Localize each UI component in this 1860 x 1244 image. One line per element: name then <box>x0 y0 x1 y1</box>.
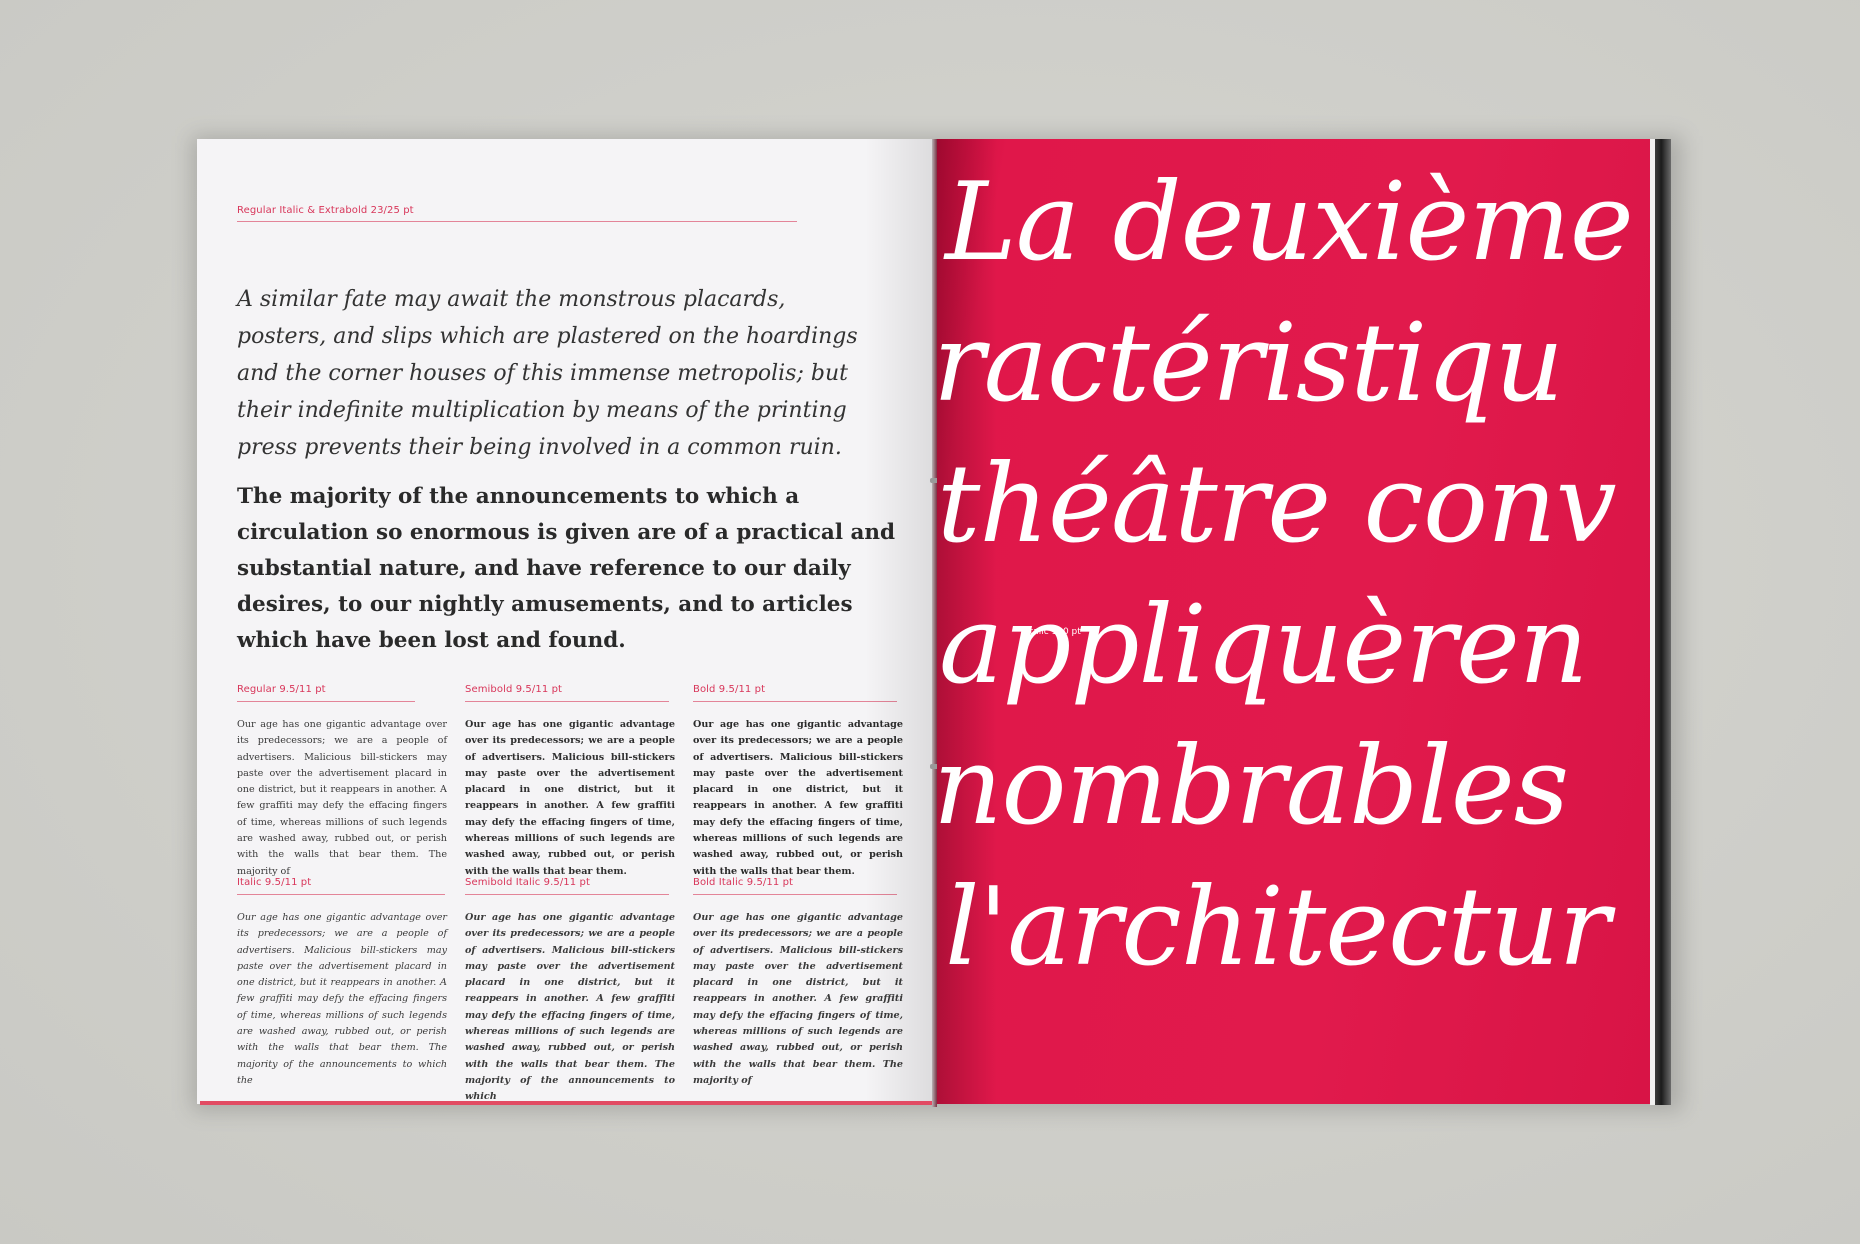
col-rule <box>693 701 897 702</box>
column-text: Our age has one gigantic advantage over … <box>693 912 903 1086</box>
column-text: Our age has one gigantic advantage over … <box>465 912 675 1103</box>
col-rule <box>465 894 669 895</box>
column-text: Our age has one gigantic advantage over … <box>237 719 447 877</box>
col-label-italic: Italic 9.5/11 pt <box>237 877 312 888</box>
column-text: Our age has one gigantic advantage over … <box>465 719 675 877</box>
text-column-bold-italic: Our age has one gigantic advantage over … <box>693 910 903 1089</box>
header-rule <box>237 221 797 222</box>
col-label-semibold-italic: Semibold Italic 9.5/11 pt <box>465 877 590 888</box>
big-type-line-2: ractéristiqu <box>937 301 1564 426</box>
text-column-semibold: Our age has one gigantic advantage over … <box>465 717 675 880</box>
col-rule <box>237 894 445 895</box>
col-label-bold-italic: Bold Italic 9.5/11 pt <box>693 877 794 888</box>
big-type-line-5: nombrables <box>937 724 1569 849</box>
col-label-bold: Bold 9.5/11 pt <box>693 684 766 695</box>
booklet-right-edge <box>1655 139 1671 1105</box>
right-page: La deuxième ractéristiqu théâtre conv It… <box>937 139 1655 1104</box>
left-page-bottom-edge <box>200 1101 934 1105</box>
text-column-regular: Our age has one gigantic advantage over … <box>237 717 447 880</box>
big-type-line-3: théâtre conv <box>937 442 1617 567</box>
big-type-line-6: l'architectur <box>945 865 1610 990</box>
lead-bold-paragraph: The majority of the announcements to whi… <box>237 484 896 653</box>
text-column-italic: Our age has one gigantic advantage over … <box>237 910 447 1089</box>
left-page: Regular Italic & Extrabold 23/25 pt A si… <box>197 139 935 1104</box>
lead-italic-paragraph: A similar fate may await the monstrous p… <box>237 287 858 460</box>
col-rule <box>465 701 669 702</box>
text-column-bold: Our age has one gigantic advantage over … <box>693 717 903 880</box>
column-text: Our age has one gigantic advantage over … <box>237 912 447 1086</box>
col-rule <box>237 701 415 702</box>
col-label-regular: Regular 9.5/11 pt <box>237 684 326 695</box>
big-type-line-4: appliquèren <box>939 583 1588 708</box>
text-column-semibold-italic: Our age has one gigantic advantage over … <box>465 910 675 1104</box>
col-label-semibold: Semibold 9.5/11 pt <box>465 684 563 695</box>
column-text: Our age has one gigantic advantage over … <box>693 719 903 877</box>
big-type-line-1: La deuxième <box>945 160 1634 285</box>
header-label: Regular Italic & Extrabold 23/25 pt <box>237 205 414 216</box>
col-rule <box>693 894 897 895</box>
